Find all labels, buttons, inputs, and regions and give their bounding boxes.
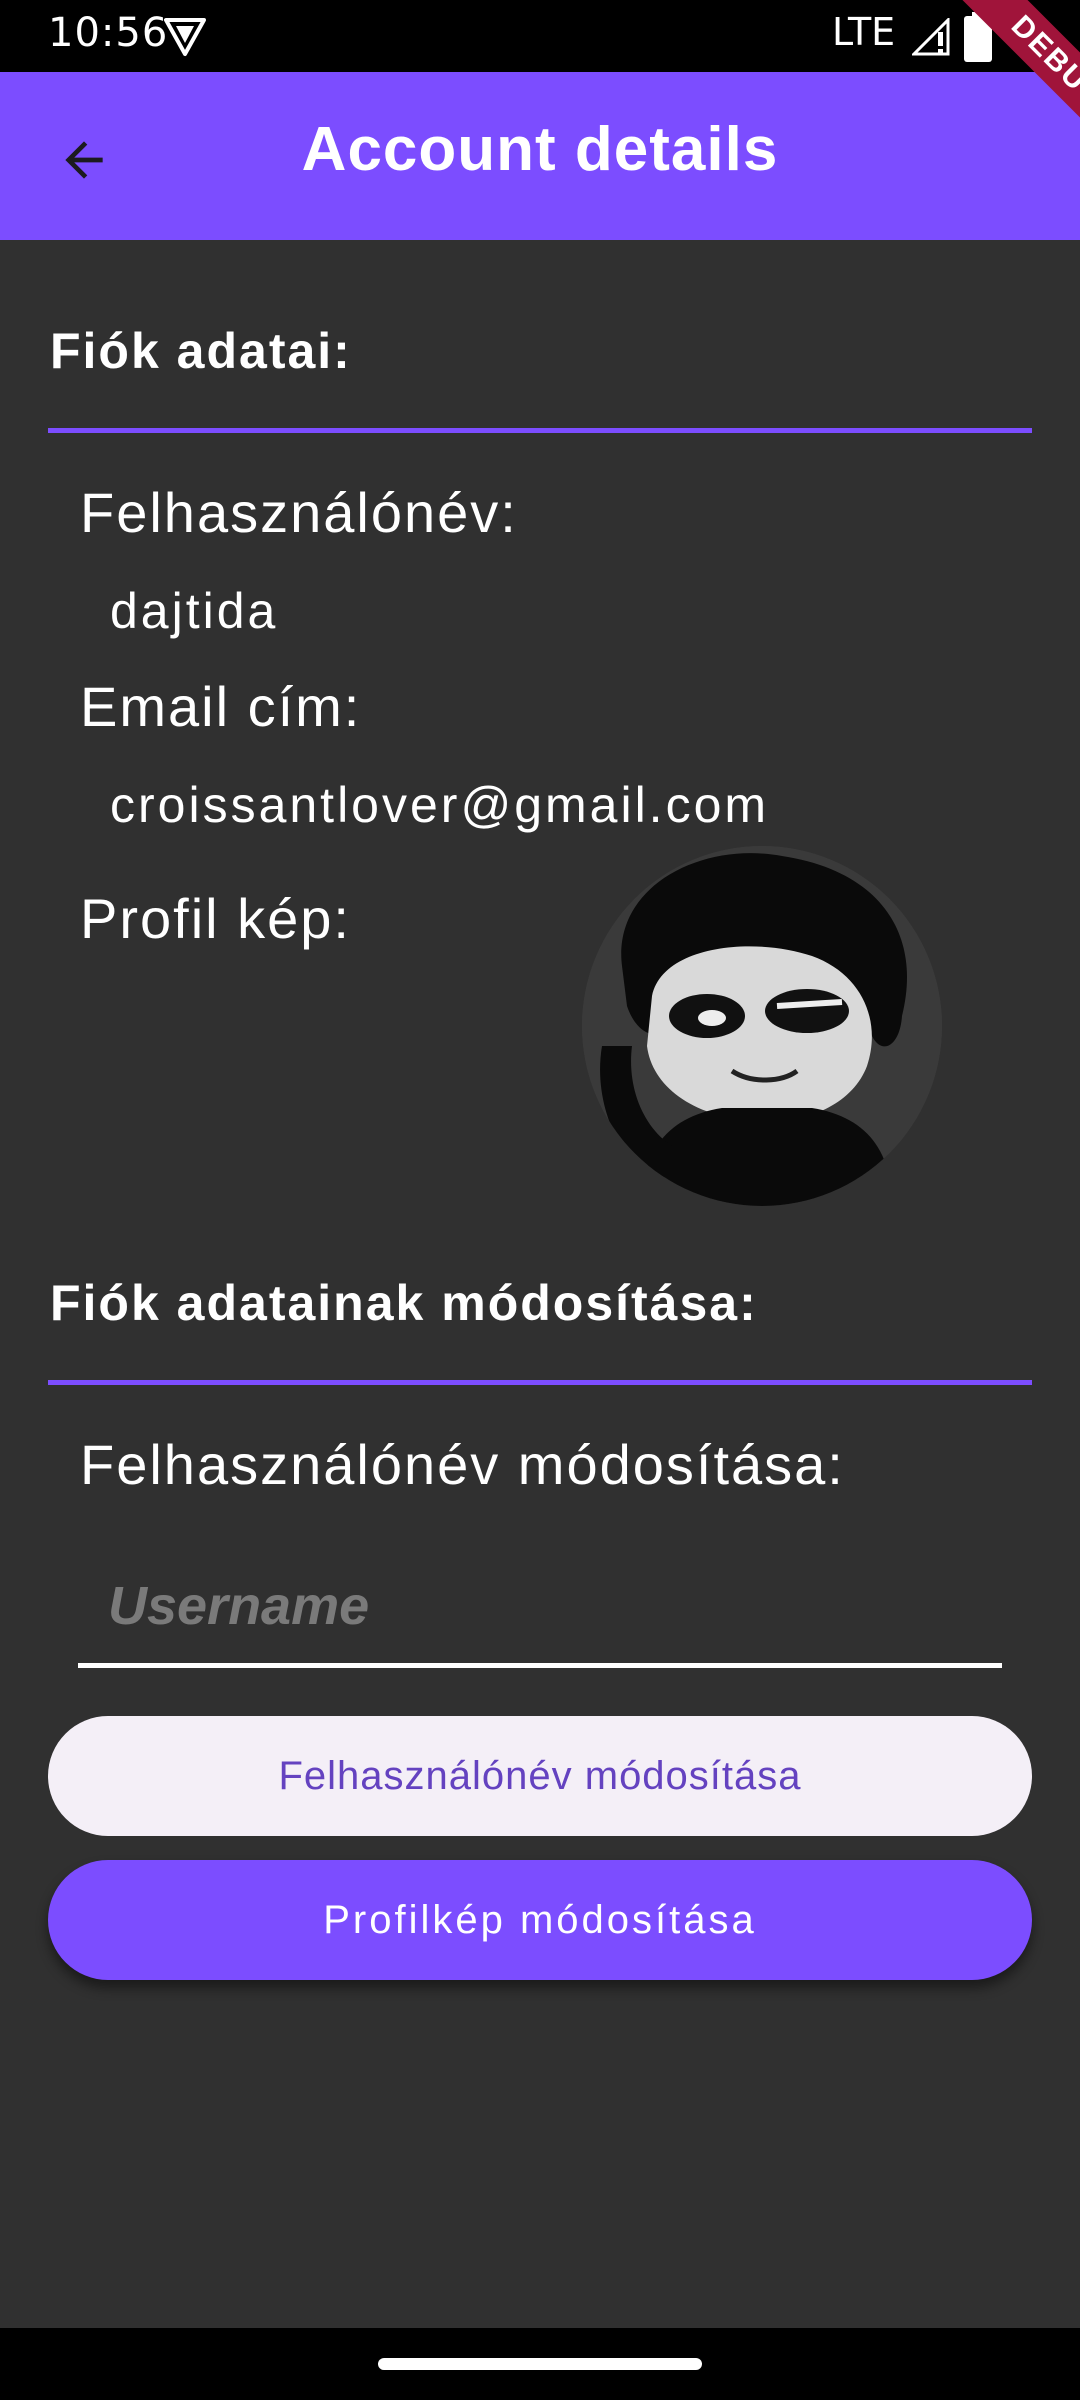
email-value: croissantlover@gmail.com (110, 777, 770, 833)
change-username-button[interactable]: Felhasználónév módosítása (48, 1716, 1032, 1836)
debug-banner-clip: DEBUG (880, 0, 1080, 200)
account-info-divider (48, 428, 1032, 433)
account-edit-heading: Fiók adatainak módosítása: (50, 1275, 758, 1331)
username-input[interactable] (78, 1548, 1002, 1668)
username-value: dajtida (110, 583, 279, 639)
account-edit-divider (48, 1380, 1032, 1385)
debug-banner: DEBUG (949, 0, 1080, 172)
username-label: Felhasználónév: (80, 481, 518, 544)
change-avatar-button[interactable]: Profilkép módosítása (48, 1860, 1032, 1980)
home-gesture-handle[interactable] (378, 2358, 702, 2370)
vpn-icon (164, 18, 206, 56)
navigation-bar (0, 2328, 1080, 2400)
status-time: 10:56 (48, 10, 169, 56)
email-label: Email cím: (80, 675, 362, 738)
account-info-heading: Fiók adatai: (50, 323, 352, 379)
avatar (582, 846, 942, 1206)
avatar-image (582, 846, 942, 1206)
account-details-screen: 10:56 LTE Account details DEBUG Fiók ada… (0, 0, 1080, 2400)
avatar-label: Profil kép: (80, 887, 351, 950)
username-change-label: Felhasználónév módosítása: (80, 1433, 845, 1496)
